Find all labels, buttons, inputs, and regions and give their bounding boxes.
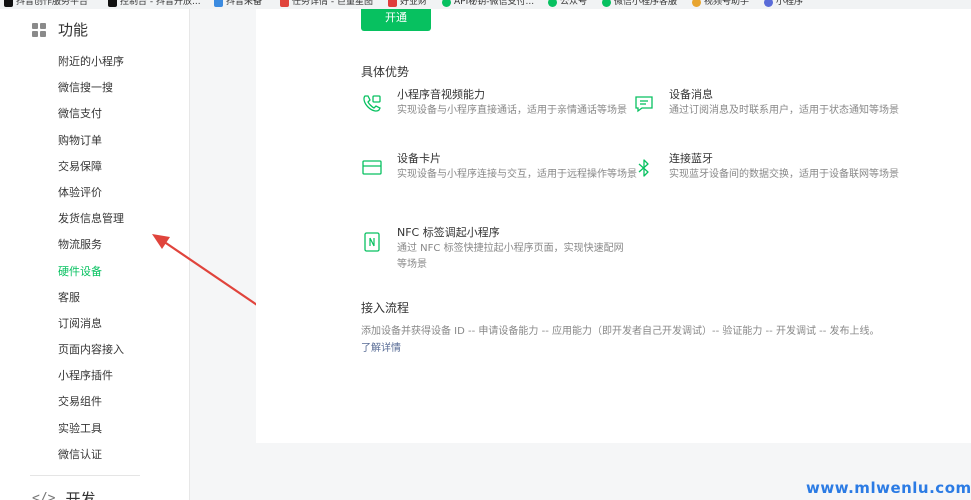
bookmark-item[interactable]: 公众号 xyxy=(548,0,587,8)
channels-icon xyxy=(692,0,701,7)
bookmark-item[interactable]: 微信小程序客服 xyxy=(602,0,677,8)
feature-title: 设备卡片 xyxy=(397,152,441,165)
bookmark-item[interactable]: 小程序 xyxy=(764,0,803,8)
feature-title: 设备消息 xyxy=(669,88,713,101)
star-map-icon xyxy=(280,0,289,7)
official-account-icon xyxy=(548,0,557,7)
annotation-arrow-icon xyxy=(152,234,262,309)
feature-desc: 实现设备与小程序直接通话，适用于亲情通话等场景 xyxy=(397,105,627,116)
card-icon xyxy=(362,160,382,175)
bluetooth-icon xyxy=(638,159,649,177)
feature-title: NFC 标签调起小程序 xyxy=(397,226,500,239)
watermark: www.mlwenlu.com xyxy=(806,479,971,497)
sidebar-section-header-development[interactable]: </> 开发 xyxy=(32,488,96,500)
grid-icon xyxy=(32,22,46,37)
sidebar-item-wechat-verification[interactable]: 微信认证 xyxy=(58,447,124,473)
feature-title: 小程序音视频能力 xyxy=(397,88,485,101)
sidebar-item-trade-protection[interactable]: 交易保障 xyxy=(58,159,124,185)
process-steps: 添加设备并获得设备 ID -- 申请设备能力 -- 应用能力（即开发者自己开发调… xyxy=(361,326,880,337)
sidebar-item-wechat-pay[interactable]: 微信支付 xyxy=(58,106,124,132)
feature-desc: 实现蓝牙设备间的数据交换，适用于设备联网等场景 xyxy=(669,169,899,180)
advantages-heading: 具体优势 xyxy=(361,65,410,79)
sidebar-item-plugins[interactable]: 小程序插件 xyxy=(58,368,124,394)
main-panel: 开通 具体优势 小程序音视频能力 实现设备与小程序直接通话，适用于亲情通话等场景… xyxy=(256,9,971,443)
sidebar-menu: 附近的小程序 微信搜一搜 微信支付 购物订单 交易保障 体验评价 发货信息管理 … xyxy=(58,54,124,473)
bird-icon xyxy=(214,0,223,7)
learn-more-link[interactable]: 了解详情 xyxy=(361,339,401,354)
miniprogram-icon xyxy=(764,0,773,7)
douyin-icon xyxy=(4,0,13,7)
sidebar-item-page-content[interactable]: 页面内容接入 xyxy=(58,342,124,368)
sidebar-item-subscription-messages[interactable]: 订阅消息 xyxy=(58,316,124,342)
sidebar-item-shipping-info[interactable]: 发货信息管理 xyxy=(58,211,124,237)
message-icon xyxy=(635,96,653,113)
douyin-icon xyxy=(108,0,117,7)
sidebar-section-title: 开发 xyxy=(65,490,96,500)
sidebar-item-customer-service[interactable]: 客服 xyxy=(58,290,124,316)
sidebar-item-wechat-search[interactable]: 微信搜一搜 xyxy=(58,80,124,106)
bookmark-item[interactable]: API秘钥-微信支付... xyxy=(442,0,534,8)
code-icon: </> xyxy=(32,491,56,500)
haoyecai-icon xyxy=(388,0,397,7)
video-call-icon xyxy=(363,95,381,112)
bookmark-item[interactable]: 视频号助手 xyxy=(692,0,749,8)
bookmarks-bar: 抖音创作服务平台 控制台 - 抖音开放... 抖音采备 任务详情 - 巨量星图 … xyxy=(0,0,971,9)
sidebar-item-lab-tools[interactable]: 实验工具 xyxy=(58,421,124,447)
bookmark-item[interactable]: 好业财 xyxy=(388,0,427,8)
feature-desc: 通过订阅消息及时联系用户，适用于状态通知等场景 xyxy=(669,105,899,116)
bookmark-item[interactable]: 任务详情 - 巨量星图 xyxy=(280,0,373,8)
sidebar-section-header-features[interactable]: 功能 xyxy=(32,19,88,40)
feature-desc: 实现设备与小程序连接与交互，适用于远程操作等场景 xyxy=(397,169,637,180)
nfc-icon xyxy=(364,232,380,252)
open-button[interactable]: 开通 xyxy=(361,9,431,31)
process-heading: 接入流程 xyxy=(361,301,410,315)
sidebar-item-hardware-devices[interactable]: 硬件设备 xyxy=(58,264,124,290)
sidebar-section-title: 功能 xyxy=(58,21,89,39)
sidebar-item-shopping-orders[interactable]: 购物订单 xyxy=(58,133,124,159)
sidebar-item-experience-rating[interactable]: 体验评价 xyxy=(58,185,124,211)
bookmark-item[interactable]: 控制台 - 抖音开放... xyxy=(108,0,201,8)
wechat-icon xyxy=(442,0,451,7)
sidebar-item-trade-components[interactable]: 交易组件 xyxy=(58,394,124,420)
feature-desc: 通过 NFC 标签快捷拉起小程序页面，实现快速配网等场景 xyxy=(397,243,624,270)
bookmark-item[interactable]: 抖音采备 xyxy=(214,0,262,8)
bookmark-item[interactable]: 抖音创作服务平台 xyxy=(4,0,88,8)
sidebar-item-nearby-miniprogram[interactable]: 附近的小程序 xyxy=(58,54,124,80)
sidebar-item-logistics[interactable]: 物流服务 xyxy=(58,237,124,263)
feature-title: 连接蓝牙 xyxy=(669,152,713,165)
wechat-icon xyxy=(602,0,611,7)
sidebar-divider xyxy=(30,475,140,476)
